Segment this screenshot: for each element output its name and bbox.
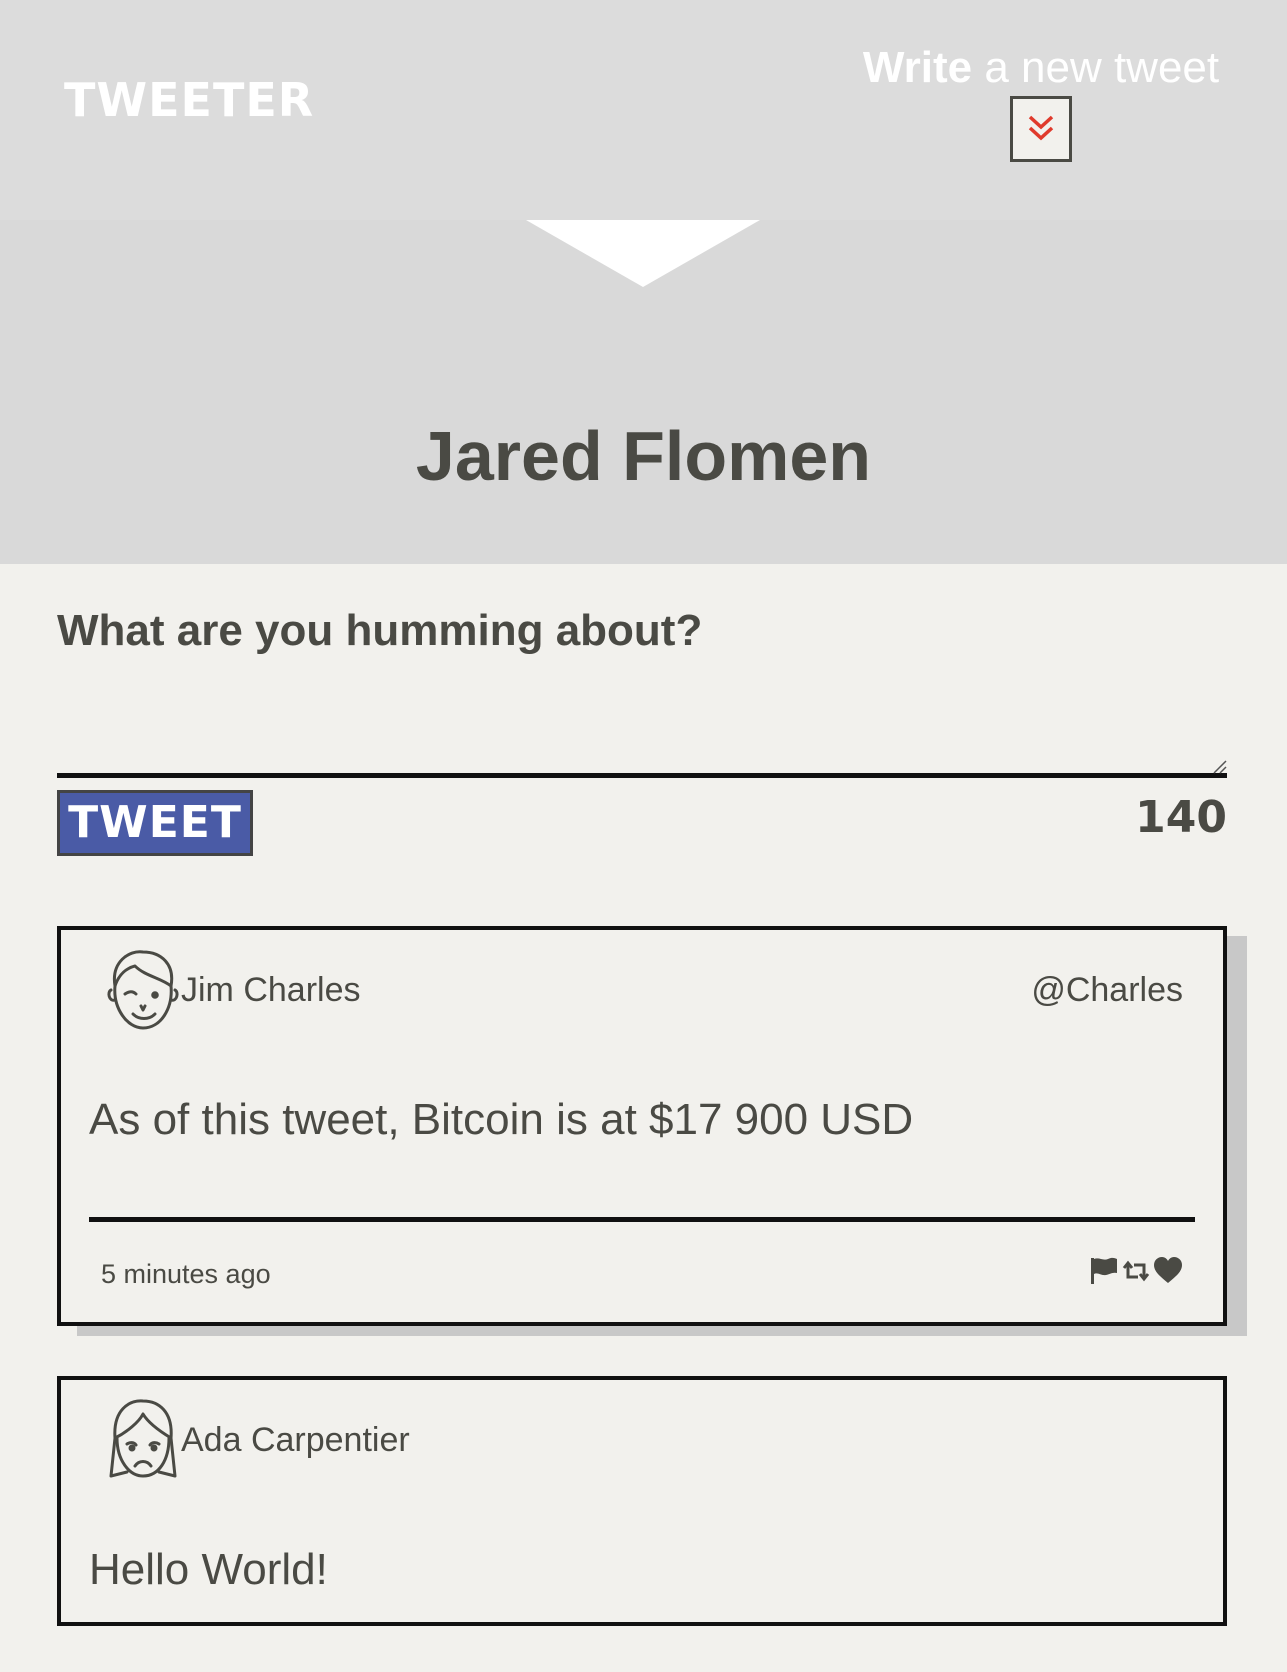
tweet-user-name[interactable]: Ada Carpentier bbox=[181, 1418, 410, 1462]
heart-icon[interactable] bbox=[1153, 1256, 1183, 1286]
profile-header: Jared Flomen bbox=[0, 220, 1287, 564]
tweet-text: As of this tweet, Bitcoin is at $17 900 … bbox=[89, 1095, 914, 1144]
profile-name: Jared Flomen bbox=[415, 417, 872, 495]
tweet-timestamp: 5 minutes ago bbox=[101, 1259, 271, 1289]
compose-toggle-rest: a new tweet bbox=[972, 43, 1220, 92]
tweet-card: Ada Carpentier Hello World! bbox=[57, 1376, 1227, 1626]
resize-grip-icon[interactable] bbox=[1211, 758, 1227, 774]
tweet-submit-button[interactable]: TWEET bbox=[57, 790, 253, 856]
profile-pointer bbox=[526, 220, 760, 287]
tweet-composer: What are you humming about? TWEET 140 bbox=[57, 600, 1227, 856]
compose-toggle-button[interactable] bbox=[1010, 96, 1072, 162]
flag-icon[interactable] bbox=[1089, 1256, 1119, 1286]
retweet-icon[interactable] bbox=[1121, 1256, 1151, 1286]
tweet-header: Ada Carpentier bbox=[61, 1380, 1223, 1490]
char-counter: 140 bbox=[1135, 792, 1227, 843]
compose-toggle-strong: Write bbox=[862, 43, 973, 92]
tweet-footer: 5 minutes ago bbox=[61, 1222, 1223, 1322]
tweet-text: Hello World! bbox=[89, 1545, 328, 1594]
tweet-user-handle[interactable]: @Charles bbox=[1031, 968, 1183, 1012]
composer-title: What are you humming about? bbox=[57, 606, 703, 655]
tweet-input[interactable] bbox=[57, 680, 1227, 778]
tweet-body: As of this tweet, Bitcoin is at $17 900 … bbox=[89, 1040, 1195, 1222]
tweet-card: Jim Charles @Charles As of this tweet, B… bbox=[57, 926, 1227, 1326]
double-chevron-down-icon bbox=[1028, 115, 1054, 141]
man-face-icon bbox=[107, 950, 179, 1030]
tweet-header: Jim Charles @Charles bbox=[61, 930, 1223, 1040]
woman-face-icon bbox=[109, 1399, 177, 1478]
tweet-body: Hello World! bbox=[89, 1490, 1195, 1672]
tweet-actions bbox=[1089, 1256, 1183, 1288]
compose-toggle: Write a new tweet bbox=[861, 40, 1221, 162]
top-nav: TWEETER Write a new tweet bbox=[0, 0, 1287, 220]
tweet-user-name[interactable]: Jim Charles bbox=[181, 968, 360, 1012]
app-logo[interactable]: TWEETER bbox=[64, 72, 314, 128]
compose-toggle-label: Write a new tweet bbox=[861, 40, 1221, 96]
